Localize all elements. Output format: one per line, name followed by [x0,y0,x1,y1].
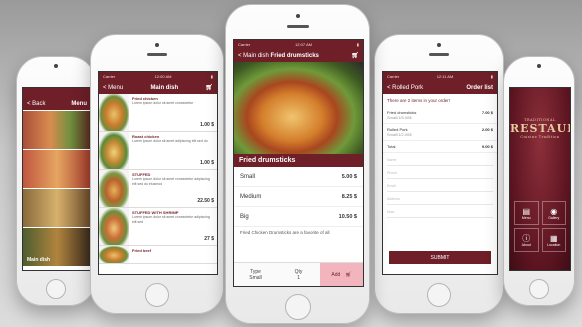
dish-thumbnail [99,246,129,263]
phone-home: TRADITIONAL RESTAURANT Cuisine Tradition… [503,56,575,306]
menu-screen: < Back Menu Main dish [22,87,92,271]
speaker [429,53,449,56]
phone-field[interactable]: Phone [387,168,493,179]
name-field[interactable]: Name [387,155,493,166]
qty-selector[interactable]: Qty 1 [277,263,320,286]
submit-button[interactable]: SUBMIT [389,251,491,264]
phone-dish-detail: Carrier 12:07 AM ▮ < Main dish Fried dru… [225,4,370,324]
nav-title: Menu [71,100,87,107]
dish-price: 22.50 $ [197,198,214,204]
back-button[interactable]: < Back [27,101,46,107]
order-bar: Type Small Qty 1 Add 🛒︎ [234,262,363,286]
address-field[interactable]: Address [387,194,493,205]
info-icon: ⓘ [522,233,531,243]
speaker [286,25,309,28]
dish-description: Lorem ipsum dolor sit amet consectetur [132,101,194,105]
menu-tile[interactable]: ▤ Menu [514,201,539,225]
app-showcase: < Back Menu Main dish Carrier 12:00 AM ▮… [0,0,582,327]
location-tile[interactable]: ▦ Location [541,228,566,252]
cart-icon[interactable]: 🛒︎ [205,84,213,91]
dish-price: 1.00 $ [200,122,214,128]
status-bar [23,88,91,97]
order-list-screen: Carrier 12:11 AM ▮ < Rolled Pork Order l… [382,71,498,275]
dish-row[interactable]: Fried beef [99,246,217,264]
home-button[interactable] [46,279,66,299]
dish-row[interactable]: STUFFED WITH SHRIMP Lorem ipsum dolor si… [99,208,217,246]
dish-row[interactable]: STUFFED Lorem ipsum dolor sit amet conse… [99,170,217,208]
menu-category-tile-main-dish[interactable]: Main dish [23,228,91,266]
front-camera [155,43,159,47]
front-camera [54,64,58,68]
status-bar: Carrier 12:00 AM ▮ [99,72,217,81]
back-button[interactable]: < Main dish Fried drumsticks [238,53,319,59]
type-selector[interactable]: Type Small [234,263,277,286]
home-button[interactable] [145,283,169,307]
nav-title: Fried drumsticks [270,52,319,59]
dish-photo [234,62,363,154]
restaurant-home-screen: TRADITIONAL RESTAURANT Cuisine Tradition… [509,87,571,271]
dish-row[interactable]: Fried chicken Lorem ipsum dolor sit amet… [99,94,217,132]
menu-category-tile[interactable] [23,150,91,188]
home-tile-grid: ▤ Menu ◉ Gallery ⓘ About ▦ Location [514,201,566,252]
order-total: Total 9.00 $ [383,141,497,153]
battery-icon: ▮ [490,74,493,79]
cart-icon: 🛒︎ [345,271,352,278]
dish-detail-navbar: < Main dish Fried drumsticks 🛒︎ [234,49,363,62]
status-bar: Carrier 12:07 AM ▮ [234,40,363,49]
dish-thumbnail [99,132,129,169]
order-item[interactable]: Fried drumsticks Small/1/5.00$ 7.00 $ [383,107,497,124]
dish-row[interactable]: Roast chicken Lorem ipsum dolor sit amet… [99,132,217,170]
dish-description: Lorem ipsum dolor sit amet consectetur a… [132,177,210,186]
back-button[interactable]: < Menu [103,85,123,91]
home-button[interactable] [284,294,311,320]
dish-price: 1.00 $ [200,160,214,166]
phone-main-dish: Carrier 12:00 AM ▮ < Menu Main dish 🛒︎ F… [90,34,224,314]
menu-category-tile[interactable] [23,111,91,149]
add-to-cart-button[interactable]: Add 🛒︎ [320,263,363,286]
size-option-big[interactable]: Big 10.50 $ [234,207,363,227]
dish-thumbnail [99,170,129,207]
speaker [147,53,167,56]
home-button[interactable] [529,279,549,299]
dish-thumbnail [99,208,129,245]
dish-name-header: Fried drumsticks [234,154,363,167]
phone-order-list: Carrier 12:11 AM ▮ < Rolled Pork Order l… [374,34,504,314]
order-summary-heading: There are 2 items in your order! [387,98,451,103]
back-button[interactable]: < Rolled Pork [387,85,423,91]
map-icon: ▦ [549,233,558,243]
dish-description: Lorem ipsum dolor sit amet adipiscing el… [132,139,208,143]
home-button[interactable] [427,283,451,307]
menu-navbar: < Back Menu [23,97,91,110]
menu-category-tile[interactable] [23,189,91,227]
size-option-medium[interactable]: Medium 8.25 $ [234,187,363,207]
cart-icon[interactable]: 🛒︎ [351,52,359,59]
front-camera [437,43,441,47]
restaurant-logo: TRADITIONAL RESTAURANT Cuisine Tradition [510,118,570,139]
gallery-tile[interactable]: ◉ Gallery [541,201,566,225]
dish-description: Lorem ipsum dolor sit amet consectetur a… [132,215,210,224]
dish-price: 27 $ [204,236,214,242]
nav-title: Order list [466,84,493,91]
battery-icon: ▮ [210,74,213,79]
front-camera [295,14,300,18]
dish-thumbnail [99,94,129,131]
email-field[interactable]: Email [387,181,493,192]
battery-icon: ▮ [356,42,359,47]
order-list-navbar: < Rolled Pork Order list [383,81,497,94]
note-field[interactable]: Note [387,207,493,218]
front-camera [537,64,541,68]
phone-menu: < Back Menu Main dish [16,56,96,306]
menu-book-icon: ▤ [522,206,531,216]
camera-icon: ◉ [550,206,558,216]
main-dish-navbar: < Menu Main dish 🛒︎ [99,81,217,94]
status-bar: Carrier 12:11 AM ▮ [383,72,497,81]
dish-description: Fried Chicken Drumsticks are a favorite … [240,230,330,235]
dish-title: Fried beef [132,248,152,253]
size-option-small[interactable]: Small 5.00 $ [234,167,363,187]
main-dish-screen: Carrier 12:00 AM ▮ < Menu Main dish 🛒︎ F… [98,71,218,275]
nav-title: Main dish [150,84,179,91]
order-item[interactable]: Rolled Pork Small/1/2.00$ 2.00 $ [383,124,497,141]
dish-detail-screen: Carrier 12:07 AM ▮ < Main dish Fried dru… [233,39,364,287]
about-tile[interactable]: ⓘ About [514,228,539,252]
